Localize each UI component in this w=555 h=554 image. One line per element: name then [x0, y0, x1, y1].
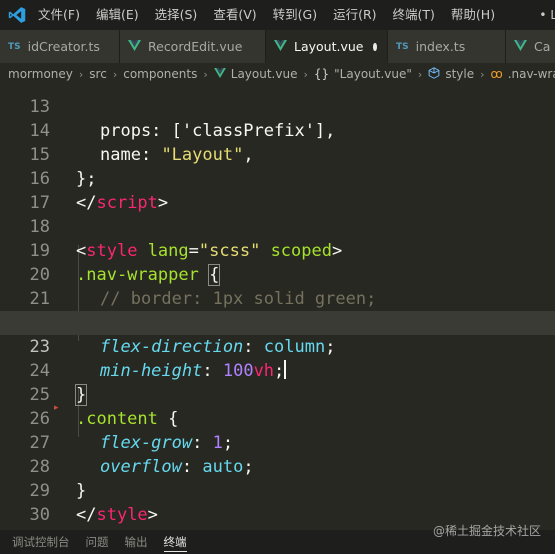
tab-label: idCreator.ts	[27, 39, 100, 54]
code-text: </style>	[76, 505, 158, 525]
braces-icon: {}	[313, 67, 330, 81]
typescript-file-icon: TS	[396, 41, 409, 52]
tab-terminal[interactable]: 终端	[156, 530, 195, 554]
chevron-right-icon: ›	[112, 67, 118, 81]
breadcrumb-item[interactable]: src	[89, 67, 107, 81]
tab-layout[interactable]: Layout.vue	[266, 30, 388, 63]
chevron-right-icon: ›	[417, 67, 423, 81]
code-line: 14 name: "Layout",	[0, 95, 555, 165]
tab-debug-console[interactable]: 调试控制台	[0, 530, 78, 554]
tab-label: Ca	[534, 39, 551, 54]
tab-problems[interactable]: 问题	[78, 530, 117, 554]
chevron-right-icon: ›	[78, 67, 84, 81]
code-line: 25 .content {	[0, 359, 555, 429]
tab-label: Layout.vue	[294, 39, 364, 54]
menu-run[interactable]: 运行(R)	[325, 0, 384, 30]
code-line: 15 };	[0, 119, 555, 189]
code-line: 18 <style lang="scss" scoped>	[0, 191, 555, 261]
code-line: 24 }	[0, 335, 555, 406]
chevron-right-icon: ›	[303, 67, 308, 81]
code-line: 30	[0, 479, 555, 525]
menu-go[interactable]: 转到(G)	[265, 0, 325, 30]
code-line: 22 flex-direction: column;	[0, 287, 555, 357]
unsaved-dot-icon[interactable]	[373, 42, 377, 51]
vue-file-icon	[213, 67, 226, 81]
menu-view[interactable]: 查看(V)	[205, 0, 264, 30]
code-line: 16 </script>	[0, 143, 555, 213]
chevron-right-icon: ›	[480, 67, 485, 81]
code-line: 29 </style>	[0, 455, 555, 525]
code-line: 21 display: flex;	[0, 263, 555, 333]
editor-tabs: TS idCreator.ts RecordEdit.vue Layout.vu…	[0, 30, 555, 63]
vue-file-icon	[128, 39, 141, 54]
tab-recordedit[interactable]: RecordEdit.vue	[120, 30, 266, 63]
code-line: 19 .nav-wrapper {	[0, 215, 555, 286]
code-line: 13 props: ['classPrefix'],	[0, 85, 555, 141]
menu-help[interactable]: 帮助(H)	[443, 0, 503, 30]
window-title-fragment: • L	[539, 8, 555, 22]
tab-idcreator[interactable]: TS idCreator.ts	[0, 30, 120, 63]
breadcrumb-item[interactable]: components	[123, 67, 197, 81]
menu-selection[interactable]: 选择(S)	[147, 0, 206, 30]
breadcrumb-item[interactable]: Layout.vue	[231, 67, 298, 81]
vue-file-icon	[514, 39, 527, 54]
line-number: 30	[29, 505, 50, 525]
breadcrumb-item[interactable]: style	[445, 67, 474, 81]
breadcrumb-item[interactable]: .nav-wrap	[508, 67, 555, 81]
menu-bar: 文件(F) 编辑(E) 选择(S) 查看(V) 转到(G) 运行(R) 终端(T…	[0, 0, 555, 30]
vscode-logo-icon[interactable]	[0, 0, 34, 30]
tab-label: index.ts	[415, 39, 466, 54]
typescript-file-icon: TS	[8, 41, 21, 52]
symbol-class-icon: ꝏ	[490, 67, 503, 81]
tab-output[interactable]: 输出	[117, 530, 156, 554]
menu-file[interactable]: 文件(F)	[34, 0, 88, 30]
cube-icon	[428, 66, 440, 82]
vue-file-icon	[274, 39, 287, 54]
chevron-right-icon: ›	[203, 67, 208, 81]
code-line: 17	[0, 167, 555, 213]
current-code-line: 23 min-height: 100vh;	[0, 311, 555, 381]
menu-terminal[interactable]: 终端(T)	[385, 0, 443, 30]
code-line: 27 overflow: auto;	[0, 407, 555, 477]
code-editor[interactable]: ▸ 13 props: ['classPrefix'], 14 name: "L…	[0, 85, 555, 525]
breadcrumb: mormoney › src › components › Layout.vue…	[0, 63, 555, 85]
breadcrumb-item[interactable]: "Layout.vue"	[334, 67, 412, 81]
tab-label: RecordEdit.vue	[148, 39, 243, 54]
menu-edit[interactable]: 编辑(E)	[88, 0, 147, 30]
code-line: 26 flex-grow: 1;	[0, 383, 555, 453]
tab-ca[interactable]: Ca	[506, 30, 555, 63]
tab-index[interactable]: TS index.ts	[388, 30, 506, 63]
breadcrumb-item[interactable]: mormoney	[8, 67, 73, 81]
watermark: @稀土掘金技术社区	[432, 524, 541, 538]
code-line: 20 // border: 1px solid green;	[0, 239, 555, 309]
code-line: 28 }	[0, 431, 555, 501]
